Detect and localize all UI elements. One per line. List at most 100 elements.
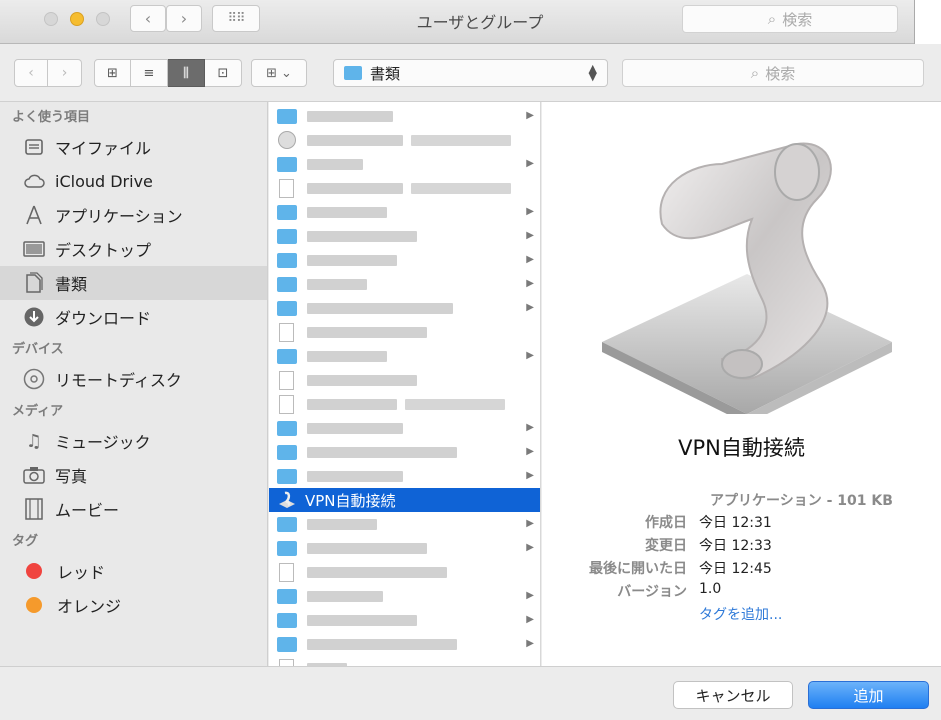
list-item[interactable]: ▶: [269, 416, 540, 440]
folder-icon: [277, 420, 297, 436]
folder-icon: [277, 612, 297, 628]
metadata-row-created: 作成日 今日 12:31: [542, 512, 941, 535]
list-item[interactable]: ▶: [269, 224, 540, 248]
arrange-menu-button[interactable]: ⊞ ⌄: [251, 59, 307, 87]
preview-pane: VPN自動接続 アプリケーション - 101 KB 作成日 今日 12:31 変更…: [542, 102, 941, 666]
document-icon: [279, 394, 294, 414]
sidebar-item-photos[interactable]: 写真: [0, 458, 267, 492]
coverflow-view-button[interactable]: ⊡: [205, 59, 242, 87]
show-all-button[interactable]: ⠿⠿: [212, 5, 260, 32]
disclosure-arrow-icon: ▶: [526, 206, 534, 217]
location-label: 書類: [370, 64, 401, 83]
sidebar-item-tag-red[interactable]: レッド: [0, 554, 267, 588]
list-item[interactable]: ▶: [269, 440, 540, 464]
chevron-left-icon: ‹: [144, 9, 152, 28]
icon-view-button[interactable]: ⊞: [94, 59, 131, 87]
bg-forward-button[interactable]: ›: [166, 5, 202, 32]
folder-icon: [277, 204, 297, 220]
forward-button[interactable]: ›: [48, 59, 82, 87]
cancel-button[interactable]: キャンセル: [673, 681, 793, 709]
list-item[interactable]: ▶: [269, 104, 540, 128]
redacted-filename: [307, 206, 387, 218]
metadata-label: 変更日: [645, 538, 687, 554]
arrange-icon: ⊞: [266, 65, 277, 81]
disc-icon: [22, 367, 46, 391]
sidebar-item-applications[interactable]: アプリケーション: [0, 198, 267, 232]
list-item[interactable]: ▶: [269, 536, 540, 560]
list-item[interactable]: [269, 656, 540, 666]
folder-icon: [277, 636, 297, 652]
close-window-button[interactable]: [44, 12, 58, 26]
list-item[interactable]: [269, 560, 540, 584]
film-icon: [22, 497, 46, 521]
applications-icon: [22, 203, 46, 227]
list-item[interactable]: ▶: [269, 272, 540, 296]
list-item[interactable]: ▶: [269, 200, 540, 224]
sidebar-item-label: マイファイル: [55, 139, 152, 158]
metadata-label: 作成日: [645, 515, 687, 531]
metadata-value: 1.0: [699, 581, 722, 597]
metadata-row-last-opened: 最後に開いた日 今日 12:45: [542, 558, 941, 581]
folder-icon: [344, 66, 362, 80]
search-field[interactable]: ⌕ 検索: [622, 59, 924, 87]
disclosure-arrow-icon: ▶: [526, 230, 534, 241]
redacted-filename: [307, 110, 393, 122]
list-item[interactable]: [269, 176, 540, 200]
list-item[interactable]: ▶: [269, 632, 540, 656]
list-view-button[interactable]: ≡: [131, 59, 168, 87]
sidebar-item-music[interactable]: ♫ ミュージック: [0, 424, 267, 458]
sidebar-item-label: ムービー: [55, 501, 120, 520]
list-item[interactable]: ▶: [269, 584, 540, 608]
list-item[interactable]: [269, 392, 540, 416]
list-item[interactable]: ▶: [269, 344, 540, 368]
sidebar-item-icloud-drive[interactable]: iCloud Drive: [0, 164, 267, 198]
list-item[interactable]: ▶: [269, 152, 540, 176]
redacted-filename: [307, 134, 403, 146]
sidebar-item-downloads[interactable]: ダウンロード: [0, 300, 267, 334]
disclosure-arrow-icon: ▶: [526, 446, 534, 457]
bg-search-field[interactable]: ⌕ 検索: [682, 5, 898, 33]
minimize-window-button[interactable]: [70, 12, 84, 26]
list-item[interactable]: ▶: [269, 512, 540, 536]
chevron-left-icon: ‹: [28, 65, 34, 81]
list-item[interactable]: ▶: [269, 296, 540, 320]
back-button[interactable]: ‹: [14, 59, 48, 87]
metadata-row-modified: 変更日 今日 12:33: [542, 535, 941, 558]
location-popup[interactable]: 書類 ▲ ▼: [333, 59, 608, 87]
sheet-bottom-bar: キャンセル 追加: [0, 666, 941, 720]
list-item[interactable]: [269, 128, 540, 152]
sidebar-item-desktop[interactable]: デスクトップ: [0, 232, 267, 266]
list-item-selected[interactable]: VPN自動接続: [269, 488, 540, 512]
red-tag-dot-icon: [26, 563, 42, 579]
list-item[interactable]: [269, 320, 540, 344]
redacted-filename: [307, 422, 403, 434]
sidebar-item-tag-orange[interactable]: オレンジ: [0, 588, 267, 622]
chevron-right-icon: ›: [180, 9, 188, 28]
list-item[interactable]: ▶: [269, 464, 540, 488]
zoom-window-button[interactable]: [96, 12, 110, 26]
redacted-filename: [307, 470, 403, 482]
sidebar-item-movies[interactable]: ムービー: [0, 492, 267, 526]
add-tags-link[interactable]: タグを追加...: [699, 604, 782, 627]
applescript-app-icon: [277, 490, 297, 510]
folder-icon: [277, 276, 297, 292]
column-view-button[interactable]: ⫼: [168, 59, 205, 87]
sidebar-item-label: 書類: [55, 275, 88, 294]
document-icon: [279, 178, 294, 198]
bg-back-button[interactable]: ‹: [130, 5, 166, 32]
bg-window-edge: [914, 0, 941, 44]
list-item[interactable]: [269, 368, 540, 392]
sidebar-item-label: ダウンロード: [55, 309, 152, 328]
sidebar-item-remote-disc[interactable]: リモートディスク: [0, 362, 267, 396]
list-item[interactable]: ▶: [269, 608, 540, 632]
add-button[interactable]: 追加: [808, 681, 929, 709]
sidebar-item-all-my-files[interactable]: マイファイル: [0, 130, 267, 164]
folder-icon: [277, 348, 297, 364]
cloud-icon: [22, 169, 46, 193]
sidebar-item-documents[interactable]: 書類: [0, 266, 267, 300]
preview-metadata: 作成日 今日 12:31 変更日 今日 12:33 最後に開いた日 今日 12:45 …: [542, 512, 941, 627]
list-item[interactable]: ▶: [269, 248, 540, 272]
disclosure-arrow-icon: ▶: [526, 614, 534, 625]
redacted-filename: [307, 590, 383, 602]
search-placeholder: 検索: [765, 64, 796, 83]
